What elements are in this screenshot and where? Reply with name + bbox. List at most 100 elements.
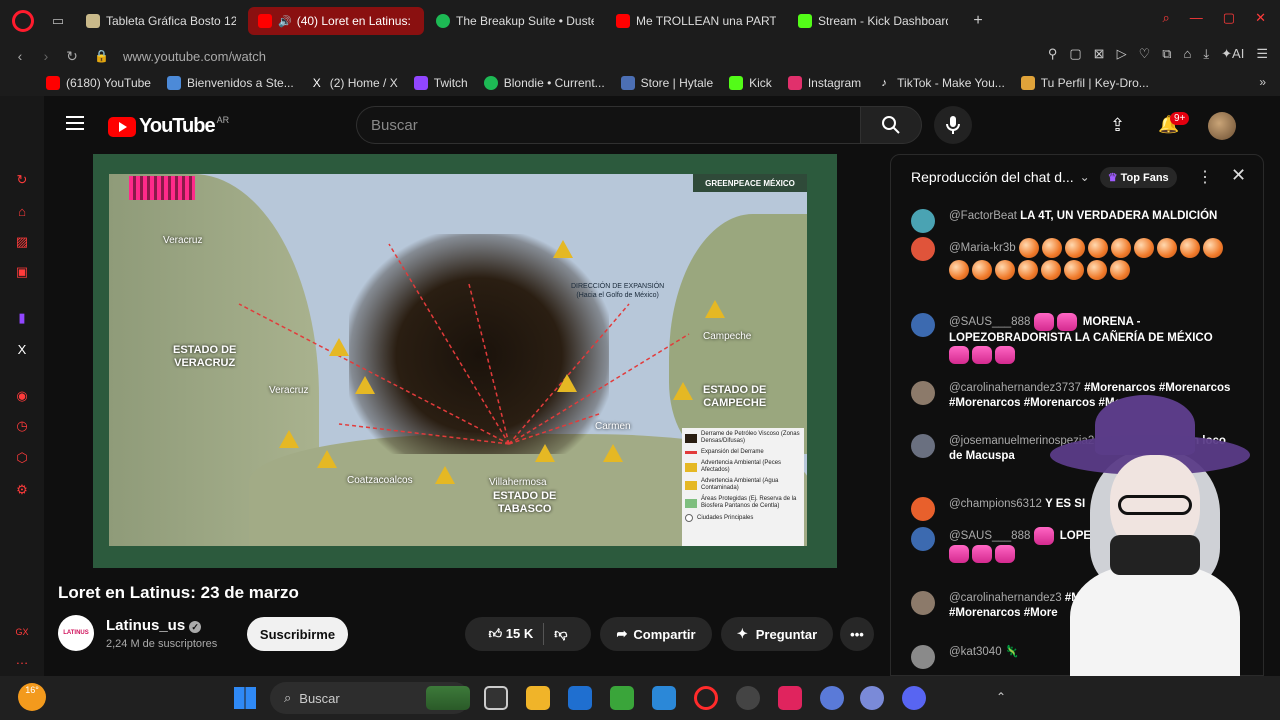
- send-icon[interactable]: ▷: [1117, 46, 1127, 62]
- tab-0[interactable]: Tableta Gráfica Bosto 12: [76, 7, 246, 35]
- windows-start-icon[interactable]: [234, 687, 256, 709]
- chat-author[interactable]: @carolinahernandez3737: [949, 382, 1081, 394]
- messenger-icon[interactable]: ▣: [14, 264, 30, 280]
- minimize-icon[interactable]: —: [1190, 10, 1203, 26]
- ai-button[interactable]: ✦AI: [1221, 46, 1244, 62]
- user-avatar[interactable]: [911, 237, 935, 261]
- x-sidebar-icon[interactable]: X: [14, 342, 30, 358]
- more-actions-button[interactable]: •••: [840, 617, 874, 651]
- back-icon[interactable]: ‹: [8, 48, 32, 64]
- tab-3[interactable]: Me TROLLEAN una PARTI: [606, 7, 786, 35]
- tiktok-studio-icon[interactable]: [778, 686, 802, 710]
- bookmark-2[interactable]: X (2) Home / X: [310, 76, 398, 90]
- bookmark-1[interactable]: Bienvenidos a Ste...: [166, 76, 294, 90]
- chat-title[interactable]: Reproducción del chat d...: [911, 169, 1074, 185]
- history-icon[interactable]: ◷: [14, 418, 30, 434]
- bookmark-3[interactable]: Twitch: [413, 76, 468, 90]
- voice-search-button[interactable]: [934, 106, 972, 144]
- tab-menu-icon[interactable]: ▭: [48, 11, 68, 31]
- store-icon[interactable]: [568, 686, 592, 710]
- wallet-icon[interactable]: ⌂: [1184, 46, 1192, 62]
- reload-icon[interactable]: ↻: [60, 48, 84, 65]
- user-avatar[interactable]: [911, 497, 935, 521]
- subscribe-button[interactable]: Suscribirme: [247, 617, 348, 651]
- extensions-sidebar-icon[interactable]: ⬡: [14, 450, 30, 466]
- chat-author[interactable]: @Maria-kr3b: [949, 242, 1016, 254]
- file-explorer-icon[interactable]: [526, 686, 550, 710]
- guide-menu-icon[interactable]: [66, 116, 84, 130]
- news-widget-icon[interactable]: [426, 686, 470, 710]
- like-button[interactable]: 👍︎ 15 K: [489, 626, 534, 642]
- video-player[interactable]: GREENPEACE MÉXICO Veracruz ESTADO DE VER…: [93, 154, 837, 568]
- shield-icon[interactable]: ⊠: [1094, 46, 1105, 62]
- gx-icon[interactable]: GX: [14, 624, 30, 640]
- chat-author[interactable]: @champions6312: [949, 498, 1042, 510]
- dislike-button[interactable]: 👎︎: [554, 626, 567, 642]
- twitch-sidebar-icon[interactable]: ▮: [14, 310, 30, 326]
- new-tab-button[interactable]: +: [966, 9, 990, 33]
- user-avatar[interactable]: [911, 591, 935, 615]
- channel-name[interactable]: Latinus_us ✓: [106, 617, 202, 634]
- photos-icon[interactable]: [652, 686, 676, 710]
- user-avatar[interactable]: [911, 313, 935, 337]
- download-icon[interactable]: ⤓: [1203, 46, 1209, 62]
- close-window-icon[interactable]: ✕: [1255, 10, 1266, 26]
- ask-button[interactable]: ✦ Preguntar: [721, 617, 833, 651]
- user-avatar[interactable]: [911, 209, 935, 233]
- settings-icon[interactable]: ⚙: [14, 482, 30, 498]
- discord-icon[interactable]: [902, 686, 926, 710]
- top-fans-chip[interactable]: ♛ Top Fans: [1099, 166, 1177, 188]
- aria-icon[interactable]: ↻: [14, 172, 30, 188]
- chevron-down-icon[interactable]: ⌄: [1080, 170, 1090, 184]
- minecraft-icon[interactable]: [610, 686, 634, 710]
- tab-2[interactable]: The Breakup Suite • Duste: [426, 7, 604, 35]
- forward-icon[interactable]: ›: [34, 48, 58, 64]
- snapshot-icon[interactable]: ▢: [1069, 46, 1081, 62]
- search-button[interactable]: [860, 106, 922, 144]
- url-field[interactable]: www.youtube.com/watch: [123, 49, 266, 64]
- lock-icon[interactable]: 🔒: [94, 49, 109, 63]
- workspace-icon[interactable]: ▨: [14, 234, 30, 250]
- user-avatar[interactable]: [911, 381, 935, 405]
- search-tabs-icon[interactable]: ⌕: [1163, 10, 1170, 26]
- task-view-icon[interactable]: [484, 686, 508, 710]
- tab-1[interactable]: 🔊 (40) Loret en Latinus:: [248, 7, 424, 35]
- bookmark-7[interactable]: Instagram: [787, 76, 861, 90]
- chevron-up-icon[interactable]: ⌃: [996, 690, 1006, 704]
- share-button[interactable]: ➦ Compartir: [600, 617, 712, 651]
- more-vertical-icon[interactable]: ⋮: [1197, 167, 1213, 187]
- weather-widget[interactable]: 16°: [18, 683, 46, 711]
- opera-gx-taskbar-icon[interactable]: [694, 686, 718, 710]
- upload-icon[interactable]: ⇪: [1110, 115, 1125, 136]
- chat-author[interactable]: @SAUS___888: [949, 316, 1030, 328]
- user-avatar[interactable]: [911, 645, 935, 669]
- close-icon[interactable]: ✕: [1231, 165, 1246, 186]
- bookmark-5[interactable]: Store | Hytale: [620, 76, 713, 90]
- user-avatar[interactable]: [911, 434, 935, 458]
- pin-icon[interactable]: ⚲: [1048, 46, 1058, 62]
- search-input[interactable]: Buscar: [356, 106, 860, 144]
- channel-avatar[interactable]: LATINUS: [58, 615, 94, 651]
- opera-logo-icon[interactable]: [12, 10, 34, 32]
- bookmark-9[interactable]: Tu Perfil | Key-Dro...: [1020, 76, 1149, 90]
- app-icon[interactable]: [860, 686, 884, 710]
- app-icon[interactable]: [820, 686, 844, 710]
- heart-icon[interactable]: ♡: [1139, 46, 1151, 62]
- obs-icon[interactable]: [736, 686, 760, 710]
- chat-author[interactable]: @kat3040: [949, 646, 1002, 658]
- youtube-logo[interactable]: YouTube AR: [108, 115, 229, 138]
- user-avatar[interactable]: [911, 527, 935, 551]
- bookmark-4[interactable]: Blondie • Current...: [483, 76, 605, 90]
- chat-author[interactable]: @SAUS___888: [949, 530, 1030, 542]
- bookmark-0[interactable]: (6180) YouTube: [46, 76, 151, 90]
- more-sidebar-icon[interactable]: …: [14, 652, 30, 668]
- chat-author[interactable]: @FactorBeat: [949, 210, 1017, 222]
- maximize-icon[interactable]: ▢: [1223, 10, 1235, 26]
- shop-icon[interactable]: ⌂: [14, 204, 30, 220]
- bookmark-6[interactable]: Kick: [729, 76, 772, 90]
- bookmarks-more-icon[interactable]: »: [1259, 75, 1266, 89]
- bookmark-8[interactable]: ♪ TikTok - Make You...: [877, 76, 1004, 90]
- tab-4[interactable]: Stream - Kick Dashboard: [788, 7, 958, 35]
- extensions-icon[interactable]: ⧉: [1162, 46, 1171, 62]
- speaker-icon[interactable]: 🔊: [278, 15, 292, 28]
